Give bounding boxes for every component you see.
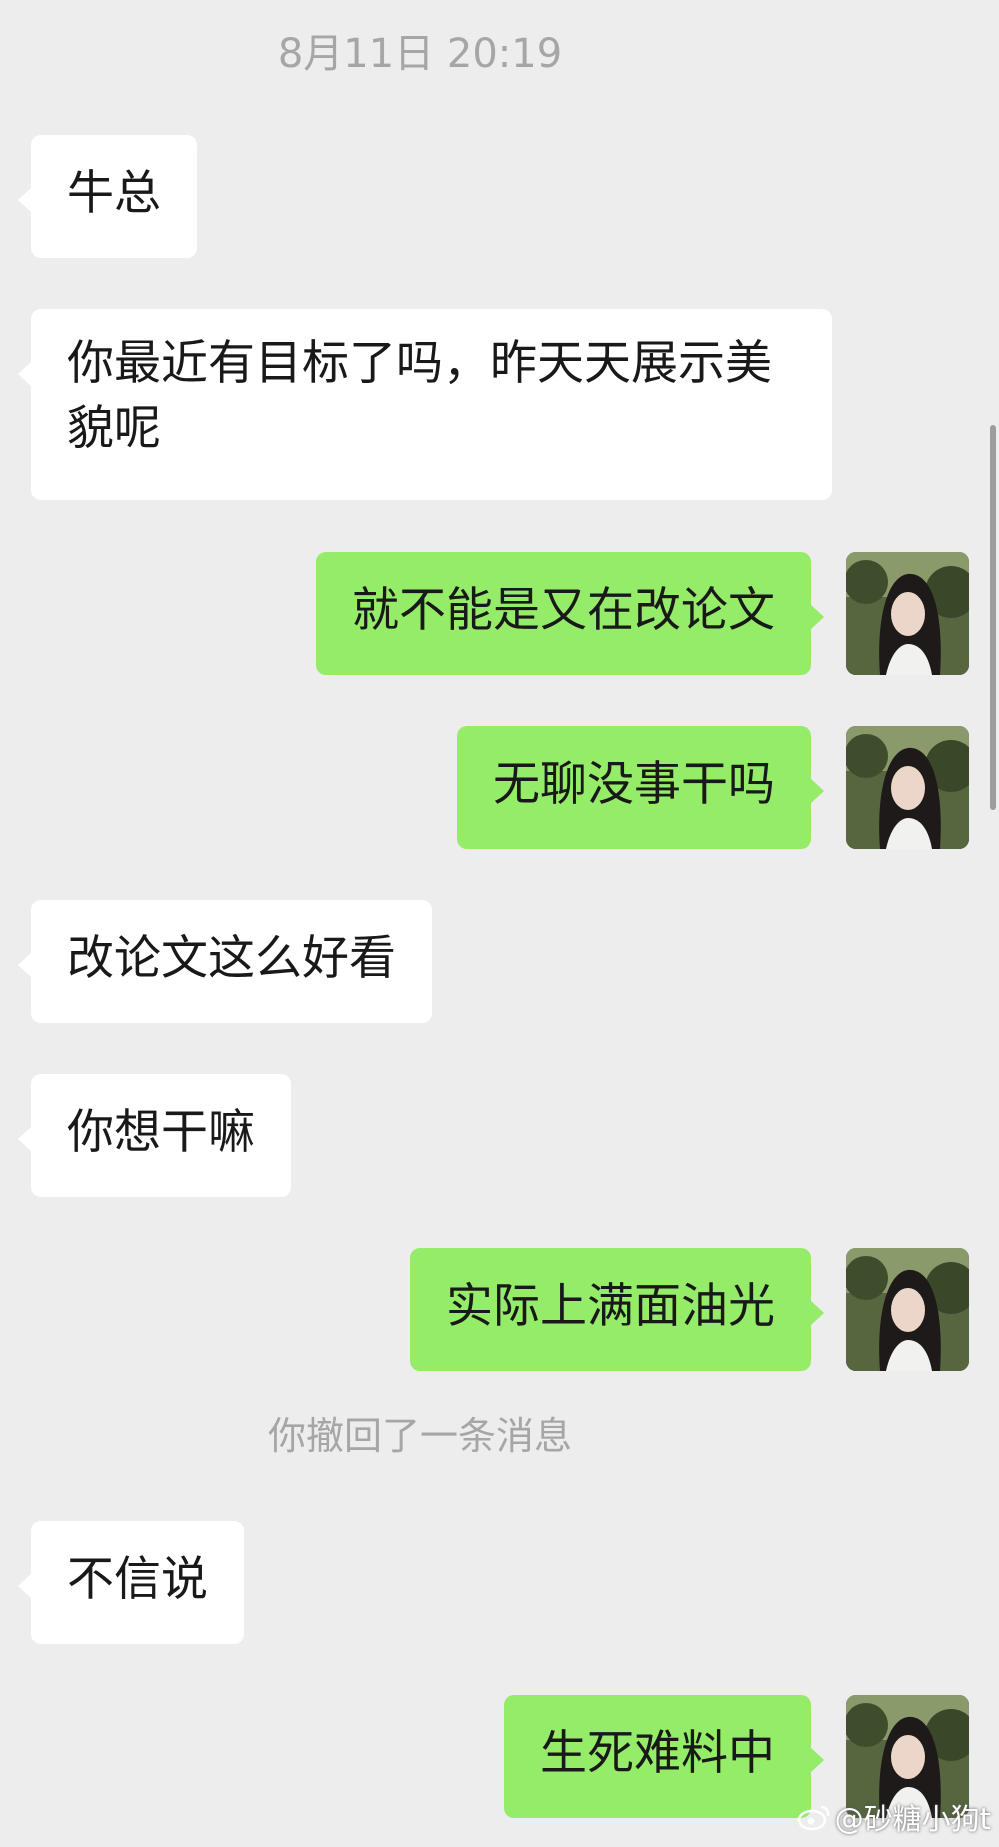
avatar[interactable] bbox=[846, 726, 969, 849]
recall-notice: 你撤回了一条消息 bbox=[267, 1414, 572, 1458]
incoming-message-bubble[interactable]: 改论文这么好看 bbox=[18, 900, 432, 1023]
avatar-image bbox=[846, 726, 969, 849]
message-row: 你最近有目标了吗，昨天天展示美貌呢 bbox=[0, 309, 999, 500]
avatar-image bbox=[846, 1248, 969, 1371]
outgoing-message-bubble[interactable]: 实际上满面油光 bbox=[410, 1248, 824, 1371]
incoming-message-bubble[interactable]: 你想干嘛 bbox=[18, 1074, 291, 1197]
avatar-image bbox=[846, 552, 969, 675]
message-row: 不信说 bbox=[0, 1521, 999, 1644]
avatar[interactable] bbox=[846, 552, 969, 675]
message-row: 就不能是又在改论文 bbox=[0, 552, 999, 675]
incoming-message-bubble[interactable]: 牛总 bbox=[18, 135, 197, 258]
incoming-message-bubble[interactable]: 你最近有目标了吗，昨天天展示美貌呢 bbox=[18, 309, 832, 500]
outgoing-message-bubble[interactable]: 就不能是又在改论文 bbox=[316, 552, 824, 675]
message-row: 你想干嘛 bbox=[0, 1074, 999, 1197]
message-row: 牛总 bbox=[0, 135, 999, 258]
incoming-message-bubble[interactable]: 不信说 bbox=[18, 1521, 244, 1644]
chat-timestamp: 8月11日 20:19 bbox=[277, 31, 563, 77]
message-row: 无聊没事干吗 bbox=[0, 726, 999, 849]
outgoing-message-bubble[interactable]: 生死难料中 bbox=[504, 1695, 824, 1818]
outgoing-message-bubble[interactable]: 无聊没事干吗 bbox=[457, 726, 824, 849]
watermark: @砂糖小狗t bbox=[797, 1799, 991, 1841]
scrollbar[interactable] bbox=[990, 425, 996, 810]
message-row: 改论文这么好看 bbox=[0, 900, 999, 1023]
message-row: 实际上满面油光 bbox=[0, 1248, 999, 1371]
weibo-logo-icon bbox=[797, 1801, 831, 1841]
watermark-text: @砂糖小狗t bbox=[834, 1802, 991, 1836]
avatar[interactable] bbox=[846, 1248, 969, 1371]
